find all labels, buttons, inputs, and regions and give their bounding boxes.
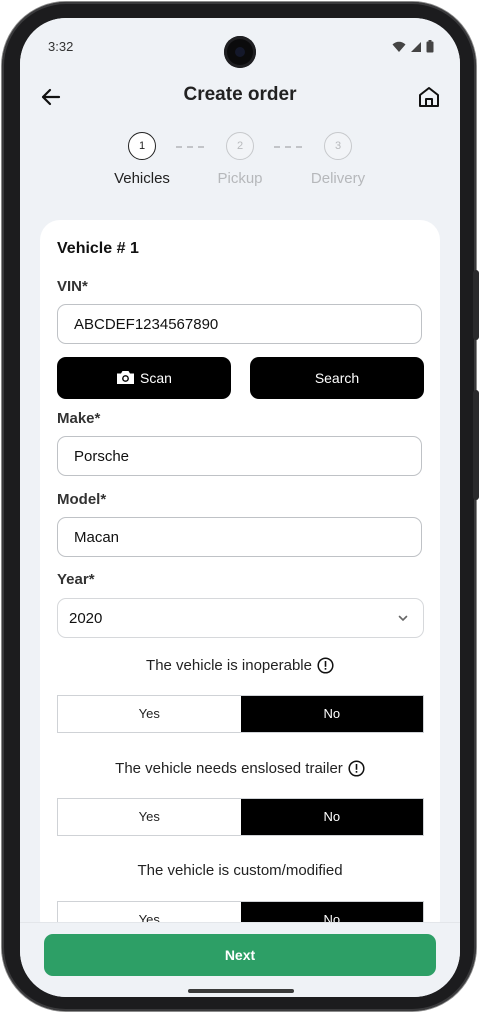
step-number: 2 <box>226 132 254 160</box>
step-delivery[interactable]: 3 Delivery <box>288 132 388 187</box>
order-stepper: 1 Vehicles 2 Pickup 3 Delivery <box>20 132 460 212</box>
home-icon <box>419 87 439 107</box>
power-button <box>473 270 479 340</box>
signal-icon <box>411 41 421 52</box>
year-value: 2020 <box>69 610 103 627</box>
year-label: Year* <box>57 571 95 588</box>
front-camera <box>224 36 256 68</box>
scan-label: Scan <box>140 370 172 386</box>
vin-label: VIN* <box>57 278 88 295</box>
camera-icon <box>117 371 135 384</box>
wifi-icon <box>392 41 406 52</box>
make-label: Make* <box>57 410 101 427</box>
status-time: 3:32 <box>48 39 74 54</box>
option-no[interactable]: No <box>240 696 423 732</box>
search-button[interactable]: Search <box>250 357 424 399</box>
step-label: Delivery <box>310 170 366 187</box>
model-label: Model* <box>57 491 107 508</box>
vin-input[interactable]: ABCDEF1234567890 <box>57 304 422 344</box>
question-text: The vehicle needs enslosed trailer <box>115 760 343 777</box>
toggle-enclosed-trailer: Yes No <box>57 798 424 836</box>
battery-icon <box>426 40 434 53</box>
scan-button[interactable]: Scan <box>57 357 231 399</box>
step-number: 1 <box>128 132 156 160</box>
question-enclosed-trailer: The vehicle needs enslosed trailer <box>40 760 440 777</box>
next-button[interactable]: Next <box>44 934 436 976</box>
year-select[interactable]: 2020 <box>57 598 424 638</box>
step-vehicles[interactable]: 1 Vehicles <box>92 132 192 187</box>
volume-button <box>473 390 479 500</box>
step-label: Pickup <box>217 170 263 187</box>
option-yes[interactable]: Yes <box>58 696 241 732</box>
vehicle-card: Vehicle # 1 VIN* ABCDEF1234567890 Scan S… <box>40 220 440 940</box>
make-input[interactable]: Porsche <box>57 436 422 476</box>
question-custom-modified: The vehicle is custom/modified <box>40 862 440 879</box>
step-number: 3 <box>324 132 352 160</box>
chevron-down-icon <box>398 615 408 622</box>
toggle-inoperable: Yes No <box>57 695 424 733</box>
screen: 3:32 Create order 1 Vehicles 2 Pickup 3 … <box>20 18 460 997</box>
phone-frame: 3:32 Create order 1 Vehicles 2 Pickup 3 … <box>2 2 479 1011</box>
model-input[interactable]: Macan <box>57 517 422 557</box>
status-bar: 3:32 <box>20 18 460 72</box>
question-text: The vehicle is inoperable <box>146 657 312 674</box>
step-label: Vehicles <box>114 170 170 187</box>
status-icons <box>392 40 434 53</box>
question-text: The vehicle is custom/modified <box>137 862 343 879</box>
question-inoperable: The vehicle is inoperable <box>40 657 440 674</box>
step-pickup[interactable]: 2 Pickup <box>190 132 290 187</box>
top-app-bar: Create order <box>20 72 460 120</box>
vehicle-heading: Vehicle # 1 <box>57 240 139 257</box>
option-yes[interactable]: Yes <box>58 799 241 835</box>
home-button[interactable] <box>416 84 442 110</box>
bottom-bar: Next <box>20 922 460 997</box>
page-title: Create order <box>183 84 297 105</box>
option-no[interactable]: No <box>240 799 423 835</box>
info-icon[interactable] <box>317 657 334 674</box>
home-indicator <box>188 989 294 993</box>
info-icon[interactable] <box>348 760 365 777</box>
